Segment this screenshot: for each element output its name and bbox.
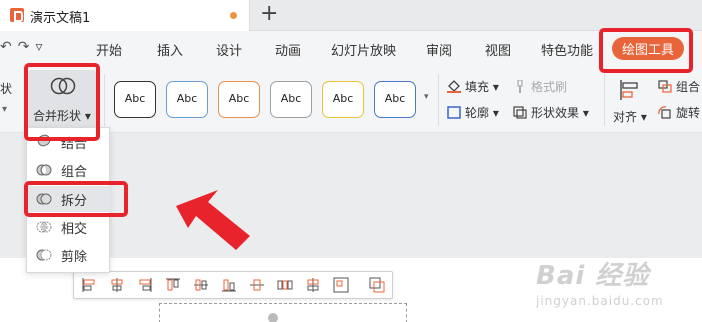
highlight-box-merge-shapes	[24, 63, 100, 141]
subtract-icon	[36, 249, 52, 261]
redo-icon[interactable]: ↷	[18, 39, 36, 55]
menu-item-label: 剪除	[61, 250, 88, 265]
align-top-icon[interactable]	[165, 277, 181, 293]
align-center-icon[interactable]	[109, 277, 125, 293]
quick-access-more-icon[interactable]: ▿	[35, 39, 48, 55]
shape-effect-label: 形状效果 ▾	[531, 106, 589, 120]
style-gallery-more-icon[interactable]: ▾	[424, 92, 429, 102]
group-label: 组合	[676, 80, 701, 94]
align-to-slide-icon[interactable]	[333, 277, 349, 293]
ribbon-left-stub[interactable]: 状	[0, 80, 12, 97]
shape-style-1[interactable]: Abc	[114, 81, 156, 118]
outline-label: 轮廓 ▾	[465, 106, 499, 120]
fill-label: 填充 ▾	[465, 80, 499, 94]
shape-style-2[interactable]: Abc	[166, 81, 208, 118]
floating-align-toolbar	[73, 271, 393, 299]
format-painter-label: 格式刷	[531, 80, 568, 94]
shape-effect-icon	[513, 106, 527, 119]
menu-item-label: 组合	[61, 165, 88, 180]
ribbon-divider	[438, 74, 439, 126]
tab-animation[interactable]: 动画	[275, 40, 301, 59]
intersect-icon	[36, 221, 52, 233]
rotate-button[interactable]: 旋转	[658, 104, 700, 121]
group-button[interactable]: 组合	[658, 78, 700, 95]
align-middle-icon[interactable]	[193, 277, 209, 293]
undo-redo-group: ↶↷▿	[0, 39, 49, 55]
menu-item-intersect[interactable]: 相交	[27, 214, 111, 240]
undo-icon[interactable]: ↶	[0, 39, 18, 55]
align-bottom-icon[interactable]	[221, 277, 237, 293]
fill-button[interactable]: 填充 ▾	[447, 78, 499, 95]
rotate-icon	[658, 106, 671, 119]
tab-insert[interactable]: 插入	[157, 40, 183, 59]
presentation-icon	[10, 8, 24, 22]
align-left-icon[interactable]	[81, 277, 97, 293]
watermark-logo-text: Bai 经验	[536, 261, 650, 291]
unsaved-dot-icon	[230, 12, 237, 19]
format-painter-button[interactable]: 格式刷	[513, 78, 567, 95]
format-painter-icon	[517, 80, 523, 93]
group-icon	[658, 80, 672, 93]
shape-style-6[interactable]: Abc	[374, 81, 416, 118]
highlight-box-drawing-tools	[599, 28, 693, 73]
watermark: Bai 经验 jingyan.baidu.com	[536, 255, 664, 308]
outline-button[interactable]: 轮廓 ▾	[447, 104, 499, 121]
distribute-vertical-icon[interactable]	[305, 277, 321, 293]
align-right-icon[interactable]	[137, 277, 153, 293]
select-pane-icon[interactable]	[369, 277, 385, 293]
watermark-url: jingyan.baidu.com	[536, 294, 664, 308]
shape-style-3[interactable]: Abc	[218, 81, 260, 118]
shape-effect-button[interactable]: 形状效果 ▾	[513, 104, 589, 121]
shape-style-5[interactable]: Abc	[322, 81, 364, 118]
fill-bucket-icon	[447, 80, 461, 93]
tab-slideshow[interactable]: 幻灯片放映	[331, 40, 396, 59]
document-title: 演示文稿1	[30, 11, 91, 26]
tab-view[interactable]: 视图	[485, 40, 511, 59]
tab-review[interactable]: 审阅	[426, 40, 452, 59]
menu-item-subtract[interactable]: 剪除	[27, 242, 111, 268]
ribbon-divider	[104, 74, 105, 126]
distribute-horizontal-icon[interactable]	[249, 277, 265, 293]
annotation-arrow-icon	[176, 190, 250, 250]
rotate-label: 旋转	[676, 106, 701, 120]
title-bar: 演示文稿1 +	[0, 0, 702, 31]
menu-item-combine[interactable]: 组合	[27, 157, 111, 183]
tab-design[interactable]: 设计	[216, 40, 242, 59]
align-icon[interactable]	[618, 78, 642, 102]
menu-bar: ↶↷▿ 开始 插入 设计 动画 幻灯片放映 审阅 视图 特色功能 绘图工具	[0, 31, 702, 65]
outline-icon	[447, 106, 461, 119]
combine-icon	[36, 164, 52, 176]
new-tab-button[interactable]: +	[260, 2, 278, 26]
tab-special-features[interactable]: 特色功能	[541, 40, 593, 59]
distribute-columns-icon[interactable]	[277, 277, 293, 293]
ribbon-left-stub-arrow[interactable]: ▾	[2, 104, 7, 115]
ribbon-divider	[604, 74, 605, 126]
rotation-handle[interactable]	[268, 313, 278, 322]
selected-shape-outline[interactable]	[159, 303, 407, 322]
highlight-box-fragment	[24, 181, 128, 217]
document-tab[interactable]: 演示文稿1	[0, 0, 250, 31]
menu-item-label: 相交	[61, 222, 88, 237]
shape-style-4[interactable]: Abc	[270, 81, 312, 118]
align-label[interactable]: 对齐 ▾	[613, 108, 647, 125]
tab-home[interactable]: 开始	[96, 40, 122, 59]
